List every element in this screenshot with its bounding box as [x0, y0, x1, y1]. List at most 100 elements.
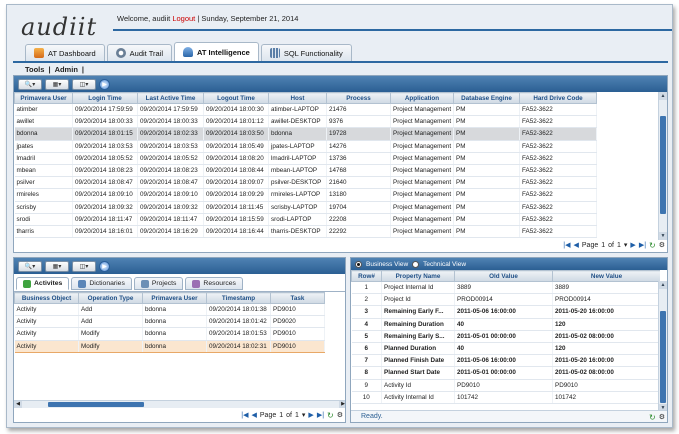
table-row[interactable]: 1 Project Internal Id 3889 3889 [351, 281, 660, 295]
column-header[interactable]: Timestamp [206, 292, 271, 304]
page-dropdown-icon[interactable]: ▾ [302, 411, 306, 419]
table-row[interactable]: Activity Modify bdonna 09/20/2014 18:02:31 P… [14, 339, 325, 353]
scroll-left-icon[interactable]: ◀ [14, 401, 22, 408]
tab-resources[interactable]: Resources [185, 277, 243, 290]
column-header[interactable]: Database Engine [453, 92, 520, 104]
menu-admin[interactable]: Admin [55, 65, 78, 74]
table-row[interactable]: 9 Activity Id PD9010 PD9010 [351, 379, 660, 392]
table-cell: PROD00914 [454, 293, 553, 307]
menu-tools[interactable]: Tools [25, 65, 44, 74]
refresh-icon[interactable]: ↻ [327, 411, 334, 420]
table-row[interactable]: awillet 09/20/2014 18:00:33 09/20/2014 18:… [14, 115, 597, 129]
details-scrollbar[interactable]: ▲ ▼ [658, 281, 667, 412]
column-header[interactable]: New Value [552, 270, 660, 282]
logout-link[interactable]: Logout [172, 14, 195, 23]
column-header[interactable]: Login Time [72, 92, 138, 104]
search-button[interactable]: 🔍▾ [18, 260, 42, 272]
table-row[interactable]: srodi 09/20/2014 18:11:47 09/20/2014 18:11… [14, 213, 597, 226]
tab-label: Activites [34, 280, 63, 287]
table-cell: Add [78, 315, 143, 329]
column-header[interactable]: Hard Drive Code [519, 92, 597, 104]
settings-icon[interactable]: ⚙ [659, 413, 665, 421]
table-cell: Activity Id [381, 379, 455, 392]
column-header[interactable]: Business Object [14, 292, 79, 304]
table-row[interactable]: scrisby 09/20/2014 18:09:32 09/20/2014 18:… [14, 201, 597, 214]
tab-projects[interactable]: Projects [133, 277, 184, 290]
go-button[interactable]: ▶ [99, 78, 110, 90]
table-row[interactable]: 6 Planned Duration 40 120 [351, 342, 660, 356]
table-row[interactable]: rmireles 09/20/2014 18:09:10 09/20/2014 18… [14, 188, 597, 202]
table-cell: Project Management [390, 225, 454, 239]
page-dropdown-icon[interactable]: ▾ [624, 241, 628, 249]
settings-icon[interactable]: ⚙ [659, 241, 665, 249]
column-header[interactable]: Old Value [454, 270, 553, 282]
filter-button[interactable]: ▦▾ [45, 78, 69, 90]
column-header[interactable]: Primavera User [14, 92, 73, 104]
column-header[interactable]: Task [270, 292, 325, 304]
scroll-up-icon[interactable]: ▲ [659, 281, 667, 289]
filter-button[interactable]: ▦▾ [45, 260, 69, 272]
last-page-icon[interactable]: ▶| [639, 241, 646, 249]
business-view-radio[interactable] [355, 260, 362, 268]
technical-view-radio[interactable] [412, 260, 420, 268]
tab-dictionaries[interactable]: Dictionaries [71, 277, 132, 290]
table-row[interactable]: Activity Add bdonna 09/20/2014 18:01:42 PD90… [14, 315, 325, 329]
table-row[interactable]: 7 Planned Finish Date 2011-05-06 16:00:00 2… [351, 354, 660, 368]
hscroll-thumb[interactable] [48, 402, 144, 407]
tab-at-intelligence[interactable]: AT Intelligence [174, 42, 259, 61]
refresh-icon[interactable]: ↻ [649, 241, 656, 250]
column-header[interactable]: Logout Time [203, 92, 269, 104]
scroll-thumb[interactable] [660, 116, 666, 214]
prev-page-icon[interactable]: ◀ [574, 241, 579, 249]
search-button[interactable]: 🔍▾ [18, 78, 42, 90]
tab-activites[interactable]: Activites [16, 277, 70, 290]
table-row[interactable]: psilver 09/20/2014 18:08:47 09/20/2014 18:… [14, 176, 597, 190]
table-row[interactable]: lmadril 09/20/2014 18:05:52 09/20/2014 18:… [14, 152, 597, 165]
settings-icon[interactable]: ⚙ [337, 411, 343, 419]
table-row[interactable]: mbean 09/20/2014 18:08:23 09/20/2014 18:08… [14, 164, 597, 178]
table-row[interactable]: 4 Remaining Duration 40 120 [351, 318, 660, 331]
tab-at-dashboard[interactable]: AT Dashboard [25, 44, 105, 61]
next-page-icon[interactable]: ▶ [308, 411, 313, 419]
go-button[interactable]: ▶ [99, 260, 110, 272]
table-row[interactable]: 3 Remaining Early F... 2011-05-06 16:00:00… [351, 305, 660, 319]
column-header[interactable]: Property Name [381, 270, 455, 282]
pager-page-number[interactable]: 1 [601, 242, 605, 249]
table-row[interactable]: 8 Planned Start Date 2011-05-01 00:00:00 20… [351, 366, 660, 380]
table-row[interactable]: tharris 09/20/2014 18:16:01 09/20/2014 18:… [14, 225, 597, 239]
scroll-up-icon[interactable]: ▲ [659, 92, 667, 100]
objects-hscrollbar[interactable]: ◀ ▶ [14, 400, 345, 408]
sessions-scrollbar[interactable]: ▲ ▼ [658, 92, 667, 240]
column-header[interactable]: Operation Type [78, 292, 143, 304]
table-row[interactable]: Activity Add bdonna 09/20/2014 18:01:38 PD90… [14, 303, 325, 317]
column-header[interactable]: Primavera User [142, 292, 207, 304]
column-header[interactable]: Last Active Time [137, 92, 204, 104]
table-cell: srodi [14, 213, 73, 226]
column-header[interactable]: Process [326, 92, 391, 104]
scroll-right-icon[interactable]: ▶ [339, 401, 345, 408]
table-row[interactable]: bdonna 09/20/2014 18:01:15 09/20/2014 18:0… [14, 127, 597, 141]
column-header[interactable]: Application [390, 92, 454, 104]
first-page-icon[interactable]: |◀ [241, 411, 248, 419]
tab-sql-functionality[interactable]: SQL Functionality [260, 44, 352, 61]
last-page-icon[interactable]: ▶| [317, 411, 324, 419]
tab-audit-trail[interactable]: Audit Trail [106, 44, 173, 61]
export-button[interactable]: ◫▾ [72, 260, 96, 272]
export-button[interactable]: ◫▾ [72, 78, 96, 90]
column-header[interactable]: Host [268, 92, 327, 104]
table-row[interactable]: jpates 09/20/2014 18:03:53 09/20/2014 18:0… [14, 140, 597, 153]
table-row[interactable]: 5 Remaining Early S... 2011-05-01 00:00:00… [351, 330, 660, 343]
next-page-icon[interactable]: ▶ [630, 241, 635, 249]
pager-page-number[interactable]: 1 [279, 412, 283, 419]
prev-page-icon[interactable]: ◀ [252, 411, 257, 419]
table-row[interactable]: Activity Modify bdonna 09/20/2014 18:01:53 P… [14, 327, 325, 341]
table-cell: 2011-05-02 08:00:00 [552, 366, 660, 380]
table-row[interactable]: 2 Project Id PROD00914 PROD00914 [351, 293, 660, 307]
scroll-thumb[interactable] [660, 311, 666, 403]
table-row[interactable]: 10 Activity Internal Id 101742 101742 [351, 391, 660, 404]
first-page-icon[interactable]: |◀ [563, 241, 570, 249]
refresh-icon[interactable]: ↻ [649, 413, 656, 422]
table-row[interactable]: atimber 09/20/2014 17:59:59 09/20/2014 17:… [14, 103, 597, 117]
technical-view-label: Technical View [423, 260, 467, 268]
column-header[interactable]: Row# [351, 270, 382, 282]
